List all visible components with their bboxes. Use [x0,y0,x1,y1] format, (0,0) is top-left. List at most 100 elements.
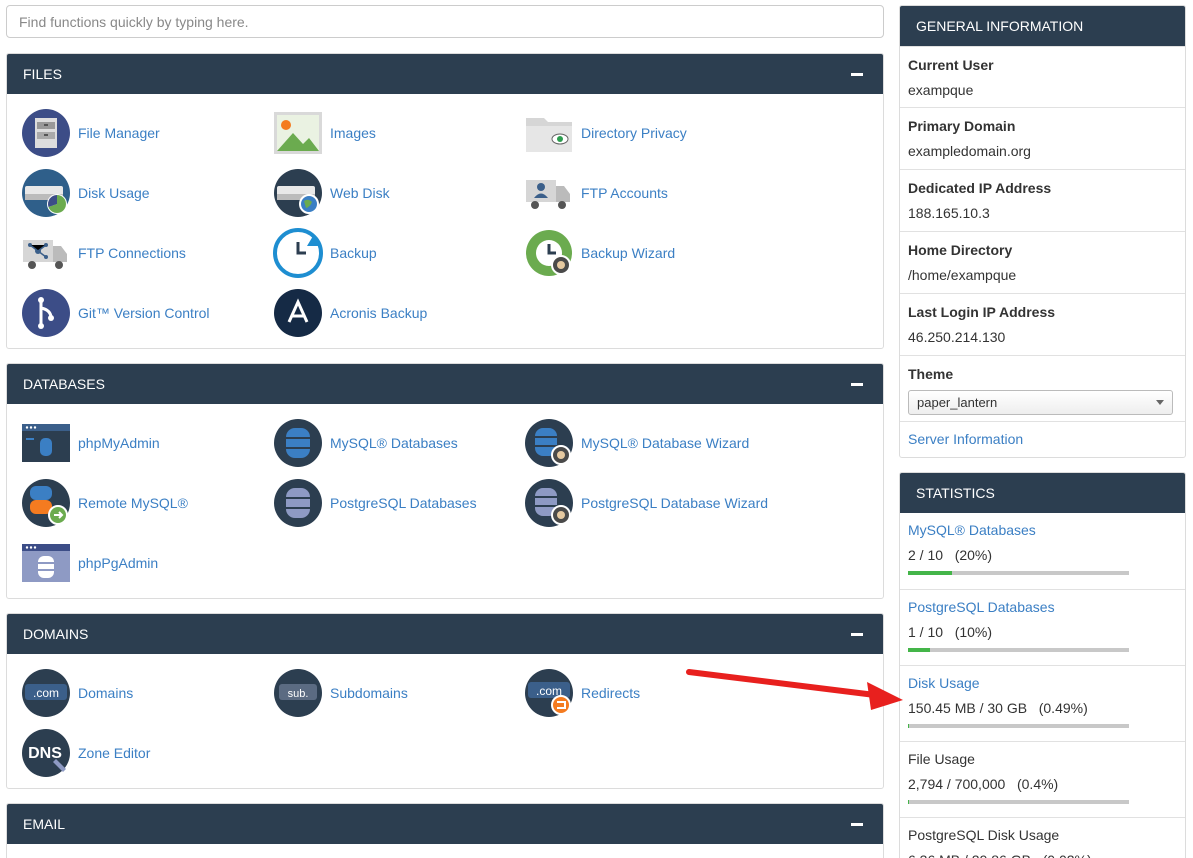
usage-progress-fill [908,571,953,575]
statistic-row: PostgreSQL Databases 1 / 10 (10%) [900,589,1185,665]
item-label: phpPgAdmin [78,555,159,571]
theme-row: Theme paper_lantern [900,355,1185,421]
acronis-icon [273,288,323,338]
item-mysql-databases[interactable]: MySQL® Databases [273,418,458,468]
ftp-connections-icon [21,228,71,278]
last-login-row: Last Login IP Address 46.250.214.130 [900,293,1185,355]
item-label: PostgreSQL Database Wizard [581,495,769,511]
last-login-value: 46.250.214.130 [908,329,1006,345]
files-panel-header[interactable]: FILES [7,54,883,94]
item-label: Domains [78,685,134,701]
postgresql-wizard-icon [524,478,574,528]
item-backup[interactable]: Backup [273,228,377,278]
item-backup-wizard[interactable]: Backup Wizard [524,228,675,278]
disk-usage-icon [21,168,71,218]
item-mysql-database-wizard[interactable]: MySQL® Database Wizard [524,418,749,468]
item-label: PostgreSQL Databases [330,495,477,511]
statistic-value: 150.45 MB / 30 GB (0.49%) [908,700,1088,716]
phpmyadmin-icon [21,418,71,468]
item-git-version-control[interactable]: Git™ Version Control [21,288,210,338]
domains-panel-header[interactable]: DOMAINS [7,614,883,654]
primary-domain-label: Primary Domain [908,118,1016,134]
usage-progress-fill [908,648,931,652]
statistic-name[interactable]: MySQL® Databases [908,520,1177,540]
home-directory-value: /home/exampque [908,267,1017,283]
ftp-accounts-icon [524,168,574,218]
statistic-name[interactable]: Disk Usage [908,673,1177,693]
dedicated-ip-row: Dedicated IP Address 188.165.10.3 [900,169,1185,231]
statistics-list: MySQL® Databases 2 / 10 (20%) PostgreSQL D… [900,513,1185,858]
databases-panel-header[interactable]: DATABASES [7,364,883,404]
item-subdomains[interactable]: sub. Subdomains [273,668,408,718]
email-panel: EMAIL [6,803,884,858]
server-information-link[interactable]: Server Information [908,429,1177,449]
collapse-icon[interactable] [851,382,863,386]
item-label: Backup Wizard [581,245,676,261]
item-redirects[interactable]: .com Redirects [524,668,640,718]
theme-label: Theme [908,366,954,382]
item-disk-usage[interactable]: Disk Usage [21,168,150,218]
phppgadmin-icon [21,538,71,588]
statistic-value: 1 / 10 (10%) [908,624,993,640]
domain-tag: sub. [288,688,309,700]
search-input[interactable] [6,5,884,38]
usage-progress-bar [908,648,1129,652]
images-icon [273,108,323,158]
directory-privacy-icon [524,108,574,158]
last-login-label: Last Login IP Address [908,304,1056,320]
usage-progress-bar [908,800,1129,804]
files-panel: FILES File Manager Images Directory Priv… [6,53,884,349]
domain-tag: .com [33,686,59,700]
home-directory-label: Home Directory [908,242,1013,258]
domain-tag: DNS [28,745,62,762]
panel-title: FILES [23,66,62,82]
mysql-wizard-icon [524,418,574,468]
theme-select[interactable]: paper_lantern [908,390,1173,415]
usage-progress-bar [908,724,1129,728]
email-panel-header[interactable]: EMAIL [7,804,883,844]
item-web-disk[interactable]: Web Disk [273,168,390,218]
primary-domain-value: exampledomain.org [908,143,1031,159]
statistic-name[interactable]: PostgreSQL Databases [908,597,1177,617]
statistic-row: Disk Usage 150.45 MB / 30 GB (0.49%) [900,665,1185,741]
theme-select-value: paper_lantern [917,395,998,410]
statistic-row: PostgreSQL Disk Usage 6.36 MB / 29.86 GB … [900,817,1185,858]
item-label: MySQL® Databases [330,435,458,451]
item-remote-mysql[interactable]: Remote MySQL® [21,478,188,528]
domains-icon: .com [21,668,71,718]
item-acronis-backup[interactable]: Acronis Backup [273,288,427,338]
panel-title: EMAIL [23,816,66,832]
server-information-row: Server Information [900,421,1185,457]
item-images[interactable]: Images [273,108,376,158]
item-zone-editor[interactable]: DNS Zone Editor [21,728,150,778]
backup-icon [273,228,323,278]
item-label: Backup [330,245,377,261]
item-ftp-accounts[interactable]: FTP Accounts [524,168,668,218]
item-postgresql-database-wizard[interactable]: PostgreSQL Database Wizard [524,478,768,528]
item-label: Git™ Version Control [78,305,210,321]
item-label: MySQL® Database Wizard [581,435,750,451]
domains-panel: DOMAINS .com Domains sub. Subdomains .co… [6,613,884,789]
item-label: Images [330,125,376,141]
collapse-icon[interactable] [851,72,863,76]
general-info-title: GENERAL INFORMATION [900,6,1185,46]
item-domains[interactable]: .com Domains [21,668,133,718]
current-user-label: Current User [908,57,994,73]
item-phpmyadmin[interactable]: phpMyAdmin [21,418,160,468]
collapse-icon[interactable] [851,632,863,636]
item-phppgadmin[interactable]: phpPgAdmin [21,538,158,588]
item-label: Redirects [581,685,641,701]
item-label: phpMyAdmin [78,435,160,451]
collapse-icon[interactable] [851,822,863,826]
item-label: Disk Usage [78,185,150,201]
item-file-manager[interactable]: File Manager [21,108,160,158]
remote-mysql-icon [21,478,71,528]
item-postgresql-databases[interactable]: PostgreSQL Databases [273,478,477,528]
item-directory-privacy[interactable]: Directory Privacy [524,108,687,158]
backup-wizard-icon [524,228,574,278]
item-ftp-connections[interactable]: FTP Connections [21,228,186,278]
statistic-value: 2 / 10 (20%) [908,547,993,563]
statistic-name: File Usage [908,751,975,767]
dedicated-ip-label: Dedicated IP Address [908,180,1052,196]
item-label: Subdomains [330,685,408,701]
